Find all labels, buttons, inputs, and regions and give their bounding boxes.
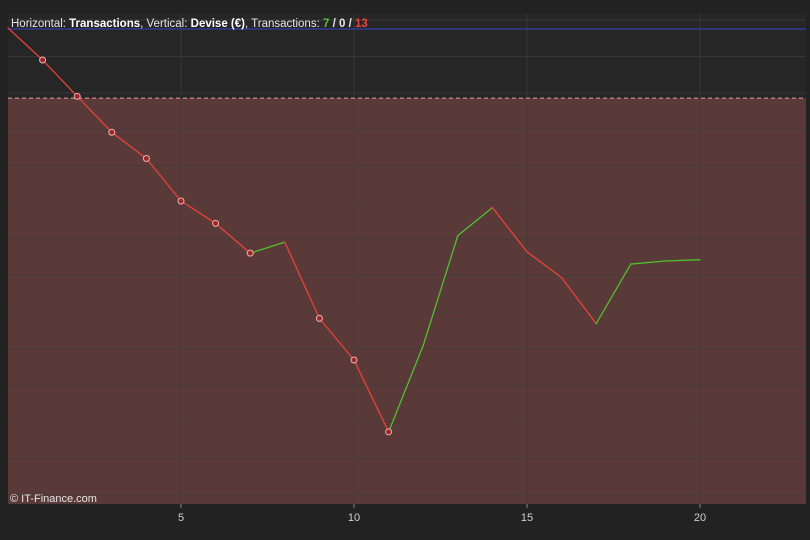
trade-marker [142,155,150,163]
trade-marker [212,219,220,227]
trade-marker [315,314,323,322]
trade-marker [39,56,47,64]
vertical-label: Vertical: [147,18,188,30]
trade-marker [350,356,358,364]
x-tick-label: 5 [178,512,184,524]
trade-marker [108,128,116,136]
x-tick-label: 20 [694,512,706,524]
losing-count: 13 [355,18,368,30]
vertical-value: Devise (€) [191,18,246,30]
count-separator: / [329,18,339,30]
trade-marker [73,92,81,100]
equity-chart: 5 10 15 20 Horizontal: Transactions, Vertic… [0,0,810,540]
trade-marker [246,249,254,257]
trade-marker [177,197,185,205]
count-separator: / [345,18,355,30]
x-tick-label: 15 [521,512,533,524]
horizontal-value: Transactions [69,18,140,30]
transactions-label: Transactions: [251,18,320,30]
drawdown-area [8,98,806,504]
copyright-text: © IT-Finance.com [10,493,97,505]
horizontal-label: Horizontal: [11,18,66,30]
chart-header: Horizontal: Transactions, Vertical: Devi… [11,18,368,30]
x-tick-label: 10 [348,512,360,524]
trade-marker [385,428,393,436]
